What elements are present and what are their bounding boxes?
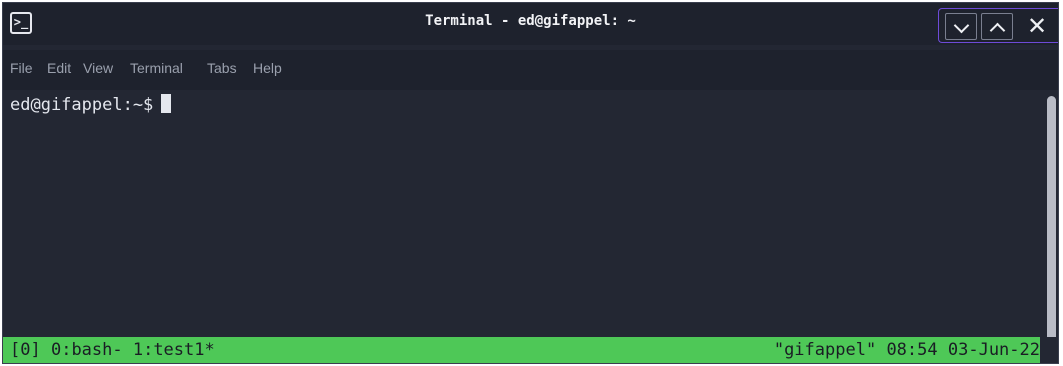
status-time: 08:54 bbox=[886, 340, 938, 360]
menu-terminal[interactable]: Terminal bbox=[130, 60, 183, 76]
text-cursor bbox=[161, 94, 172, 113]
window-controls: ✕ bbox=[938, 8, 1058, 43]
chevron-down-icon bbox=[953, 17, 969, 34]
terminal-window: >_ Terminal - ed@gifappel: ~ ✕ File Edit… bbox=[2, 2, 1059, 364]
session-name: [0] bbox=[10, 340, 41, 360]
prompt-line: ed@gifappel:~$ bbox=[10, 93, 172, 117]
close-icon: ✕ bbox=[1026, 12, 1048, 40]
chevron-up-icon bbox=[989, 22, 1005, 39]
terminal-output[interactable]: ed@gifappel:~$ bbox=[3, 90, 1040, 337]
maximize-button[interactable] bbox=[981, 13, 1013, 40]
status-left: [0] 0:bash- 1:test1* bbox=[10, 337, 215, 363]
menu-file[interactable]: File bbox=[10, 60, 33, 76]
host-name: "gifappel" bbox=[773, 340, 877, 360]
close-button[interactable]: ✕ bbox=[1019, 13, 1055, 40]
status-right: "gifappel" 08:54 03-Jun-22 bbox=[774, 337, 1040, 363]
menu-tabs[interactable]: Tabs bbox=[207, 60, 237, 76]
window-list: 0:bash- 1:test1* bbox=[50, 340, 215, 360]
shell-prompt: ed@gifappel:~$ bbox=[10, 95, 154, 115]
menu-help[interactable]: Help bbox=[253, 60, 282, 76]
menu-edit[interactable]: Edit bbox=[47, 60, 71, 76]
window-title: Terminal - ed@gifappel: ~ bbox=[425, 13, 636, 29]
tmux-status-bar: [0] 0:bash- 1:test1* "gifappel" 08:54 03… bbox=[3, 337, 1040, 363]
status-date: 03-Jun-22 bbox=[947, 340, 1040, 360]
menu-view[interactable]: View bbox=[83, 60, 113, 76]
scrollbar-thumb[interactable] bbox=[1047, 96, 1056, 358]
status-edge bbox=[1040, 337, 1058, 363]
scrollbar[interactable] bbox=[1041, 90, 1058, 358]
title-bar[interactable]: >_ Terminal - ed@gifappel: ~ ✕ bbox=[3, 3, 1058, 45]
minimize-button[interactable] bbox=[945, 13, 977, 40]
menu-bar: File Edit View Terminal Tabs Help bbox=[3, 50, 1058, 90]
